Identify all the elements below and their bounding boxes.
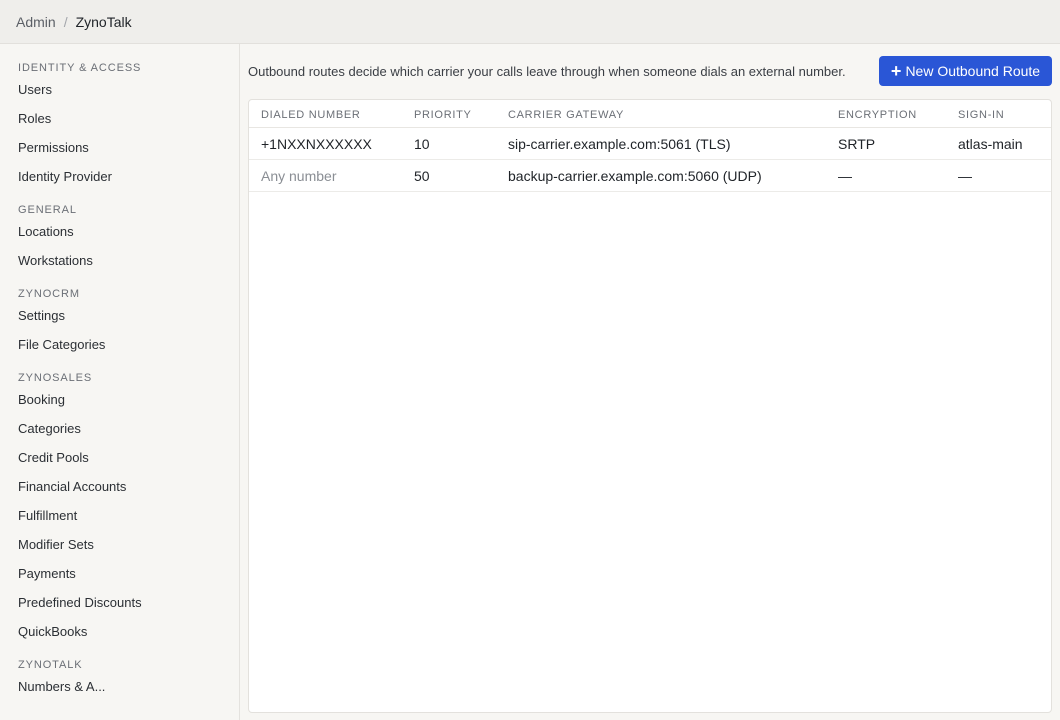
sidebar-item-credit-pools[interactable]: Credit Pools (0, 450, 239, 479)
table-row[interactable]: +1NXXNXXXXXX 10 sip-carrier.example.com:… (249, 128, 1051, 160)
page-description: Outbound routes decide which carrier you… (248, 64, 846, 79)
sidebar-group-title: IDENTITY & ACCESS (18, 62, 142, 74)
sidebar-item-payments[interactable]: Payments (0, 566, 239, 595)
cell-sign-in: atlas-main (958, 136, 1023, 152)
sidebar-item-categories[interactable]: Categories (0, 421, 239, 450)
sidebar-item-settings[interactable]: Settings (0, 308, 239, 337)
sidebar-item-modifier-sets[interactable]: Modifier Sets (0, 537, 239, 566)
sidebar-group-title: GENERAL (18, 204, 77, 216)
cell-dialed-number: +1NXXNXXXXXX (261, 136, 372, 152)
column-header-sign-in: SIGN-IN (958, 109, 1005, 121)
column-header-priority: PRIORITY (414, 109, 472, 121)
sidebar-item-numbers[interactable]: Numbers & A... (0, 679, 239, 708)
sidebar-item-booking[interactable]: Booking (0, 392, 239, 421)
new-outbound-route-button[interactable]: + New Outbound Route (879, 56, 1052, 86)
sidebar-item-financial-accounts[interactable]: Financial Accounts (0, 479, 239, 508)
top-bar: Admin / ZynoTalk (0, 0, 1060, 44)
sidebar-item-users[interactable]: Users (0, 82, 239, 111)
cell-carrier-gateway: backup-carrier.example.com:5060 (UDP) (508, 168, 762, 184)
sidebar-group-zynocrm: ZYNOCRM Settings File Categories (0, 288, 239, 366)
cell-encryption: — (838, 168, 852, 184)
sidebar-group-title: ZYNOSALES (18, 372, 93, 384)
sidebar-group-general: GENERAL Locations Workstations (0, 204, 239, 282)
sidebar-item-file-categories[interactable]: File Categories (0, 337, 239, 366)
cell-sign-in: — (958, 168, 972, 184)
sidebar-group-zynotalk: ZYNOTALK Numbers & A... (0, 659, 239, 708)
sidebar-item-fulfillment[interactable]: Fulfillment (0, 508, 239, 537)
sidebar-item-quickbooks[interactable]: QuickBooks (0, 624, 239, 653)
table-row[interactable]: Any number 50 backup-carrier.example.com… (249, 160, 1051, 192)
cell-encryption: SRTP (838, 136, 876, 152)
sidebar-item-roles[interactable]: Roles (0, 111, 239, 140)
breadcrumb-separator: / (63, 13, 68, 30)
column-header-carrier-gateway: CARRIER GATEWAY (508, 109, 625, 121)
sidebar-group-title: ZYNOCRM (18, 288, 80, 300)
sidebar-item-workstations[interactable]: Workstations (0, 253, 239, 282)
main-content: Outbound routes decide which carrier you… (240, 44, 1060, 720)
breadcrumb-current: ZynoTalk (75, 13, 132, 30)
new-outbound-route-label: New Outbound Route (905, 63, 1041, 79)
sidebar-group-zynosales: ZYNOSALES Booking Categories Credit Pool… (0, 372, 239, 653)
cell-priority: 10 (414, 136, 430, 152)
sidebar: IDENTITY & ACCESS Users Roles Permission… (0, 44, 240, 720)
cell-dialed-number: Any number (261, 168, 337, 184)
sidebar-item-identity-provider[interactable]: Identity Provider (0, 169, 239, 198)
outbound-routes-table: DIALED NUMBER PRIORITY CARRIER GATEWAY E… (248, 99, 1052, 713)
column-header-dialed-number: DIALED NUMBER (261, 109, 361, 121)
column-header-encryption: ENCRYPTION (838, 109, 917, 121)
sidebar-item-permissions[interactable]: Permissions (0, 140, 239, 169)
plus-icon: + (890, 61, 902, 81)
cell-carrier-gateway: sip-carrier.example.com:5061 (TLS) (508, 136, 731, 152)
cell-priority: 50 (414, 168, 430, 184)
sidebar-item-predefined-discounts[interactable]: Predefined Discounts (0, 595, 239, 624)
table-header: DIALED NUMBER PRIORITY CARRIER GATEWAY E… (249, 100, 1051, 128)
sidebar-item-locations[interactable]: Locations (0, 224, 239, 253)
breadcrumb-admin[interactable]: Admin (16, 14, 56, 30)
sidebar-group-identity: IDENTITY & ACCESS Users Roles Permission… (0, 62, 239, 198)
sidebar-group-title: ZYNOTALK (18, 659, 83, 671)
